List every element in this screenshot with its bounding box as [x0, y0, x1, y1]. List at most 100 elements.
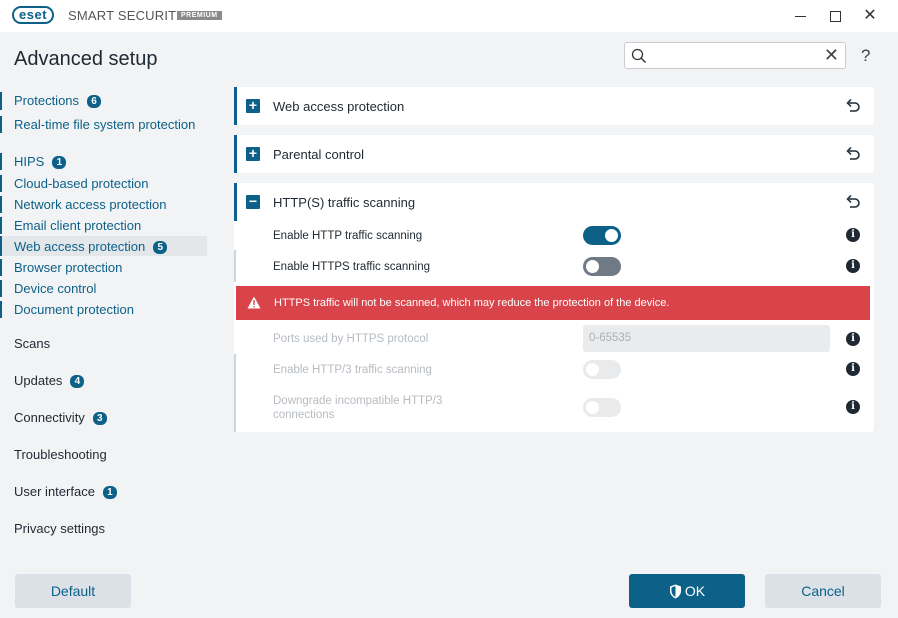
search-icon [631, 48, 646, 63]
https-ports-field: 0-65535 [583, 325, 830, 352]
info-icon[interactable]: i [846, 332, 860, 346]
panel-accent [234, 183, 237, 221]
panel-web-access-protection: + Web access protection [234, 87, 874, 125]
expand-icon[interactable]: + [246, 98, 260, 113]
count-badge: 1 [102, 486, 117, 499]
setting-label: Enable HTTP traffic scanning [273, 230, 423, 242]
shield-icon [669, 584, 681, 598]
downgrade-http3-toggle [583, 398, 621, 417]
sidebar-item-label: Email client protection [14, 218, 142, 233]
sidebar-item-label: Cloud-based protection [14, 176, 149, 191]
toggle-knob [605, 229, 618, 242]
title-bar: eset SMART SECURITY PREMIUM ✕ [0, 0, 898, 32]
ok-button[interactable]: OK [629, 574, 745, 608]
info-icon[interactable]: i [846, 228, 860, 242]
minimize-button[interactable] [783, 0, 817, 32]
sidebar-item-label: Browser protection [14, 260, 123, 275]
warning-text: HTTPS traffic will not be scanned, which… [274, 297, 670, 309]
sidebar-item-label: Network access protection [14, 197, 167, 212]
setting-label: Enable HTTPS traffic scanning [273, 261, 431, 273]
edition-badge: PREMIUM [177, 11, 222, 20]
sidebar-item-label: User interface [14, 484, 95, 499]
panel-accent [234, 87, 237, 125]
warning-banner: HTTPS traffic will not be scanned, which… [236, 286, 870, 320]
count-badge: 1 [52, 156, 67, 169]
revert-icon[interactable] [845, 193, 861, 209]
sidebar-item-network-access[interactable]: Network access protection [0, 196, 207, 213]
sidebar-item-web-access[interactable]: Web access protection 5 [0, 236, 207, 256]
search-clear-icon[interactable]: ✕ [824, 45, 839, 65]
cancel-button[interactable]: Cancel [765, 574, 881, 608]
close-icon: ✕ [863, 7, 877, 24]
count-badge: 5 [153, 241, 168, 254]
sidebar-item-scans[interactable]: Scans [0, 335, 207, 352]
setting-label: Downgrade incompatible HTTP/3 connection… [273, 395, 443, 421]
panel-title[interactable]: Parental control [273, 147, 364, 162]
sidebar-item-troubleshooting[interactable]: Troubleshooting [0, 446, 207, 463]
sidebar-item-label: Device control [14, 281, 97, 296]
info-icon[interactable]: i [846, 362, 860, 376]
search-box[interactable]: ✕ [624, 42, 846, 69]
toggle-knob [586, 401, 599, 414]
sidebar-item-browser-protection[interactable]: Browser protection [0, 259, 207, 276]
sidebar-item-connectivity[interactable]: Connectivity 3 [0, 409, 207, 426]
revert-icon[interactable] [845, 145, 861, 161]
http3-scanning-toggle [583, 360, 621, 379]
sidebar-item-label: HIPS [14, 154, 45, 169]
maximize-button[interactable] [818, 0, 852, 32]
count-badge: 4 [70, 375, 85, 388]
revert-icon[interactable] [845, 97, 861, 113]
info-icon[interactable]: i [846, 400, 860, 414]
sidebar-item-updates[interactable]: Updates 4 [0, 372, 207, 389]
product-name: SMART SECURITY [68, 8, 186, 23]
sidebar-item-cloud-protection[interactable]: Cloud-based protection [0, 175, 207, 192]
sidebar-item-label: Protections [14, 93, 80, 108]
info-icon[interactable]: i [846, 259, 860, 273]
collapse-icon[interactable]: − [246, 194, 260, 209]
row-marker [234, 354, 236, 432]
ok-label: OK [684, 583, 706, 599]
default-button[interactable]: Default [15, 574, 131, 608]
sidebar-item-privacy-settings[interactable]: Privacy settings [0, 520, 207, 537]
panel-parental-control: + Parental control [234, 135, 874, 173]
sidebar-item-label: Troubleshooting [14, 447, 107, 462]
http-scanning-toggle[interactable] [583, 226, 621, 245]
toggle-knob [586, 363, 599, 376]
sidebar-item-label: Connectivity [14, 410, 85, 425]
sidebar-item-user-interface[interactable]: User interface 1 [0, 483, 207, 500]
sidebar-item-protections[interactable]: Protections 6 [0, 92, 207, 109]
panel-title[interactable]: Web access protection [273, 99, 404, 114]
row-marker [234, 250, 236, 282]
count-badge: 3 [92, 412, 107, 425]
eset-logo: eset [12, 6, 55, 24]
sidebar-item-device-control[interactable]: Device control [0, 280, 207, 297]
page-title: Advanced setup [14, 48, 158, 70]
panel-accent [234, 135, 237, 173]
toggle-knob [586, 260, 599, 273]
sidebar-item-label: Document protection [14, 302, 134, 317]
minimize-icon [794, 15, 806, 17]
search-input[interactable] [653, 45, 823, 66]
sidebar-item-label: Privacy settings [14, 521, 106, 536]
close-button[interactable]: ✕ [853, 0, 887, 32]
help-icon[interactable]: ? [861, 46, 870, 66]
sidebar: Protections 6 Real-time file system prote… [0, 88, 220, 548]
warning-icon [247, 296, 261, 309]
sidebar-item-label: Real-time file system protection [14, 117, 196, 132]
maximize-icon [829, 10, 841, 22]
sidebar-item-document-protection[interactable]: Document protection [0, 301, 207, 318]
expand-icon[interactable]: + [246, 146, 260, 161]
panel-title[interactable]: HTTP(S) traffic scanning [273, 195, 415, 210]
https-scanning-toggle[interactable] [583, 257, 621, 276]
header: Advanced setup ✕ ? [0, 32, 898, 84]
setting-label: Enable HTTP/3 traffic scanning [273, 364, 432, 376]
count-badge: 6 [87, 95, 102, 108]
sidebar-item-label: Web access protection [14, 239, 146, 254]
panel-https-traffic-scanning: − HTTP(S) traffic scanning Enable HTTP t… [234, 183, 874, 432]
sidebar-item-email-client[interactable]: Email client protection [0, 217, 207, 234]
sidebar-item-label: Updates [14, 373, 63, 388]
sidebar-item-hips[interactable]: HIPS 1 [0, 153, 207, 170]
setting-label: Ports used by HTTPS protocol [273, 333, 429, 345]
sidebar-item-label: Scans [14, 336, 51, 351]
sidebar-item-realtime-protection[interactable]: Real-time file system protection [0, 116, 207, 133]
